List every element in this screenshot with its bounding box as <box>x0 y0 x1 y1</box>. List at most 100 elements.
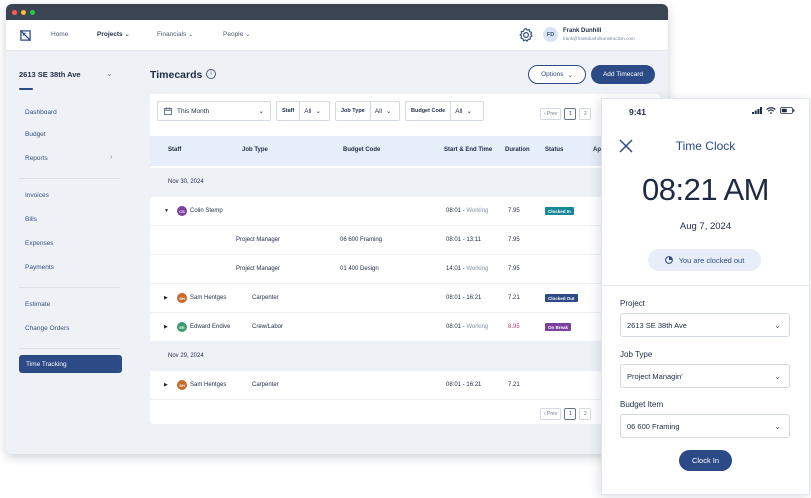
duration: 7.95 <box>508 237 520 243</box>
time-clock-title: Time Clock <box>675 139 736 153</box>
job-type: Carpenter <box>252 382 279 388</box>
start-time: 08:01 <box>446 324 462 330</box>
nav-home[interactable]: Home <box>51 31 68 38</box>
table-row[interactable]: ▶ SH Sam Hentges Carpenter 08:01 - 16:21… <box>150 284 660 313</box>
table-row[interactable]: ▶ SH Sam Hentges Carpenter 08:01 - 16:21… <box>150 371 660 400</box>
phone-status-time: 9:41 <box>629 107 647 117</box>
sidebar: 2613 SE 38th Ave ⌄ Dashboard Budget Repo… <box>6 51 136 454</box>
sidebar-item-time-tracking[interactable]: Time Tracking <box>19 355 122 373</box>
sidebar-divider <box>19 287 120 288</box>
table-row[interactable]: ▼ CS Colin Stemp 08:01 - Working 7.95 Cl… <box>150 197 660 226</box>
header-job-type[interactable]: Job Type <box>242 147 268 153</box>
nav-financials[interactable]: Financials ⌄ <box>157 31 193 38</box>
chevron-down-icon: ⌄ <box>258 108 264 115</box>
job-type-label: Job Type <box>620 350 653 359</box>
chevron-right-icon[interactable]: › <box>110 154 112 161</box>
app-logo-icon[interactable] <box>20 30 31 41</box>
table-group-header: Nov 29, 2024 <box>150 342 660 371</box>
duration: 8.95 <box>508 324 520 330</box>
header-start-end-time[interactable]: Start & End Time <box>444 147 492 153</box>
budget-code-filter-label: Budget Code <box>406 102 452 120</box>
page-2-button[interactable]: 2 <box>579 108 592 120</box>
caret-right-icon[interactable]: ▶ <box>164 295 168 301</box>
sidebar-item-invoices[interactable]: Invoices <box>25 192 49 199</box>
top-navigation: Home Projects ⌄ Financials ⌄ People ⌄ FD… <box>6 20 668 51</box>
info-icon[interactable]: i <box>206 69 216 79</box>
clock-status-pill: You are clocked out <box>648 249 761 271</box>
header-staff[interactable]: Staff <box>168 147 181 153</box>
staff-filter-label: Staff <box>277 102 301 120</box>
table-row[interactable]: ▶ EE Edward Endive Crew/Labor 08:01 - Wo… <box>150 313 660 342</box>
user-avatar[interactable]: FD <box>543 27 558 42</box>
sidebar-item-bills[interactable]: Bills <box>25 216 37 223</box>
phone-divider <box>602 285 809 286</box>
duration: 7.21 <box>508 295 520 301</box>
job-type-filter[interactable]: Job Type All ⌄ <box>335 101 400 121</box>
sidebar-item-budget[interactable]: Budget <box>25 131 46 138</box>
options-button[interactable]: Options ⌄ <box>528 65 586 84</box>
project-underline <box>19 88 33 90</box>
time-range: 08:01 - Working <box>446 208 489 214</box>
gear-icon[interactable] <box>518 27 534 43</box>
status-badge: On Break <box>545 323 572 331</box>
staff-filter[interactable]: Staff All ⌄ <box>276 101 330 121</box>
page-1-button[interactable]: 1 <box>564 408 577 420</box>
group-date: Nov 30, 2024 <box>168 179 204 185</box>
close-window-button[interactable] <box>12 9 17 15</box>
project-select-value: 2613 SE 38th Ave <box>627 320 687 330</box>
nav-people[interactable]: People ⌄ <box>223 31 250 38</box>
job-type-filter-value: All <box>374 107 382 115</box>
end-time: 16:21 <box>466 382 482 388</box>
date-filter[interactable]: This Month ⌄ <box>157 101 271 121</box>
sidebar-item-reports[interactable]: Reports <box>25 155 48 162</box>
budget-code-filter[interactable]: Budget Code All ⌄ <box>405 101 484 121</box>
job-type-select[interactable]: Project Managin' ⌄ <box>620 364 790 388</box>
sidebar-item-dashboard[interactable]: Dashboard <box>25 109 57 116</box>
job-type-select-value: Project Managin' <box>627 371 683 381</box>
header-status[interactable]: Status <box>545 147 563 153</box>
sidebar-item-payments[interactable]: Payments <box>25 264 54 271</box>
prev-page-button[interactable]: ‹ Prev <box>540 408 562 420</box>
header-budget-code[interactable]: Budget Code <box>343 147 380 153</box>
add-timecard-button[interactable]: Add Timecard <box>591 65 655 84</box>
start-time: 08:01 <box>446 382 462 388</box>
job-type: Project Manager <box>236 266 281 272</box>
chevron-down-icon[interactable]: ⌄ <box>106 69 113 78</box>
clock-in-button[interactable]: Clock In <box>679 450 732 471</box>
header-duration[interactable]: Duration <box>505 147 530 153</box>
prev-page-button[interactable]: ‹ Prev <box>540 108 562 120</box>
table-group-header: Nov 30, 2024 <box>150 168 660 197</box>
duration: 7.95 <box>508 208 520 214</box>
user-name: Frank Dunhill <box>563 28 602 34</box>
budget-item-select[interactable]: 06 600 Framing ⌄ <box>620 414 790 438</box>
caret-right-icon[interactable]: ▶ <box>164 382 168 388</box>
end-time: Working <box>466 324 489 330</box>
caret-down-icon[interactable]: ▼ <box>164 208 169 214</box>
table-row[interactable]: Project Manager 01 400 Design 14:01 - Wo… <box>150 255 660 284</box>
sidebar-item-change-orders[interactable]: Change Orders <box>25 325 69 332</box>
nav-projects[interactable]: Projects ⌄ <box>97 31 130 38</box>
minimize-window-button[interactable] <box>21 9 26 15</box>
caret-right-icon[interactable]: ▶ <box>164 324 168 330</box>
header-approval[interactable]: Ap <box>593 147 601 153</box>
page-1-button[interactable]: 1 <box>564 108 577 120</box>
battery-icon <box>780 107 795 114</box>
page-2-button[interactable]: 2 <box>579 408 592 420</box>
nav-people-label: People <box>223 31 244 38</box>
sidebar-item-expenses[interactable]: Expenses <box>25 240 54 247</box>
avatar: CS <box>177 206 187 216</box>
chevron-down-icon: ⌄ <box>466 108 472 115</box>
chevron-down-icon: ⌄ <box>315 108 321 115</box>
status-badge: Clocked In <box>545 207 574 215</box>
table-row[interactable]: Project Manager 06 600 Framing 08:01 - 1… <box>150 226 660 255</box>
job-type: Carpenter <box>252 295 279 301</box>
project-selector[interactable]: 2613 SE 38th Ave <box>19 70 81 79</box>
sidebar-item-estimate[interactable]: Estimate <box>25 301 50 308</box>
maximize-window-button[interactable] <box>30 9 35 15</box>
avatar: SH <box>177 380 187 390</box>
title-bar <box>6 4 668 20</box>
nav-financials-label: Financials <box>157 31 187 38</box>
avatar: EE <box>177 322 187 332</box>
project-select[interactable]: 2613 SE 38th Ave ⌄ <box>620 313 790 337</box>
signal-icon <box>752 107 762 114</box>
